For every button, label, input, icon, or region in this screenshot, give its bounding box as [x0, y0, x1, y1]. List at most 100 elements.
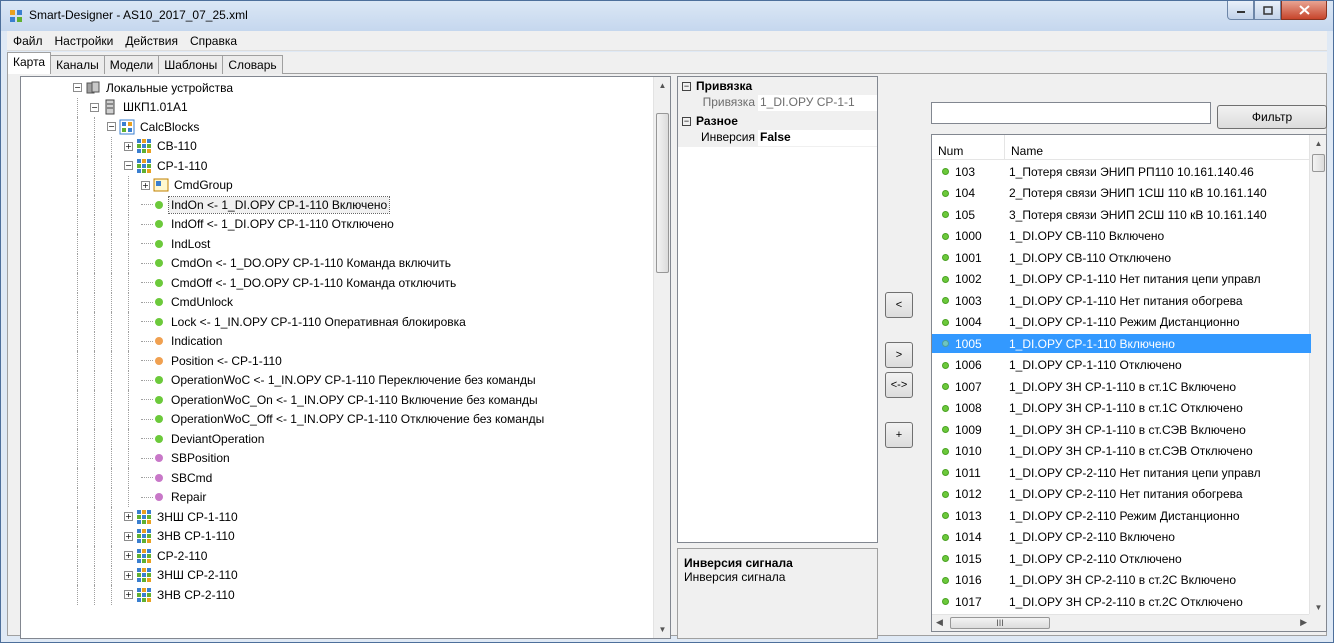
list-row[interactable]: 1014 1_DI.ОРУ СР-2-110 Включено — [932, 528, 1311, 547]
list-hscroll-thumb[interactable]: III — [950, 617, 1050, 629]
tree-node[interactable]: CmdUnlock — [141, 293, 235, 312]
collapse-icon[interactable]: − — [90, 102, 99, 112]
tab-templates[interactable]: Шаблоны — [158, 55, 224, 74]
tree-node[interactable]: IndOn <- 1_DI.ОРУ СР-1-110 Включено — [141, 195, 391, 214]
list-row[interactable]: 1012 1_DI.ОРУ СР-2-110 Нет питания обогре… — [932, 485, 1311, 504]
expand-icon[interactable]: + — [124, 141, 133, 151]
scroll-right-icon[interactable]: ▶ — [1300, 617, 1307, 628]
list-row[interactable]: 104 2_Потеря связи ЭНИП 1СШ 110 кВ 10.161… — [932, 184, 1311, 203]
expand-icon[interactable]: + — [124, 531, 133, 541]
tree-node[interactable]: Position <- СР-1-110 — [141, 351, 284, 370]
column-name[interactable]: Name — [1005, 135, 1311, 159]
tree-node[interactable]: + ЗНВ СР-2-110 — [124, 585, 237, 604]
list-row[interactable]: 1004 1_DI.ОРУ СР-1-110 Режим Дистанционно — [932, 313, 1311, 332]
collapse-icon[interactable]: − — [682, 81, 691, 91]
list-row[interactable]: 1015 1_DI.ОРУ СР-2-110 Отключено — [932, 549, 1311, 568]
list-row[interactable]: 1000 1_DI.ОРУ СВ-110 Включено — [932, 227, 1311, 246]
list-row[interactable]: 1013 1_DI.ОРУ СР-2-110 Режим Дистанционно — [932, 506, 1311, 525]
menu-actions[interactable]: Действия — [119, 34, 184, 48]
swap-button[interactable]: <-> — [885, 372, 913, 398]
maximize-button[interactable] — [1254, 1, 1281, 20]
list-row[interactable]: 1001 1_DI.ОРУ СВ-110 Отключено — [932, 248, 1311, 267]
expand-icon[interactable]: + — [124, 590, 133, 599]
prop-row-inversion[interactable]: Инверсия False — [678, 130, 877, 147]
prop-category-binding[interactable]: − Привязка — [678, 77, 877, 95]
tree-node[interactable]: Indication — [141, 332, 224, 351]
menu-help[interactable]: Справка — [184, 34, 243, 48]
tree-node[interactable]: IndOff <- 1_DI.ОРУ СР-1-110 Отключено — [141, 215, 396, 234]
tree-node[interactable]: − Локальные устройства — [73, 78, 235, 97]
list-scroll-thumb[interactable] — [1312, 154, 1325, 172]
list-row[interactable]: 1010 1_DI.ОРУ ЗН СР-1-110 в ст.СЭВ Отключ… — [932, 442, 1311, 461]
list-hscrollbar[interactable]: ◀ III ▶ — [932, 614, 1311, 631]
tab-models[interactable]: Модели — [103, 55, 160, 74]
scroll-up-icon[interactable]: ▲ — [1310, 135, 1326, 152]
scroll-up-icon[interactable]: ▲ — [654, 77, 670, 94]
tree-node[interactable]: + ЗНШ СР-2-110 — [124, 566, 240, 585]
tree-node[interactable]: CmdOn <- 1_DO.ОРУ СР-1-110 Команда включ… — [141, 254, 453, 273]
tree-node[interactable]: Repair — [141, 488, 208, 507]
list-row[interactable]: 103 1_Потеря связи ЭНИП РП110 10.161.140.… — [932, 162, 1311, 181]
prop-value[interactable]: False — [758, 130, 877, 146]
tree-node[interactable]: SBPosition — [141, 449, 232, 468]
filter-input[interactable] — [931, 102, 1211, 124]
tree-node[interactable]: + СР-2-110 — [124, 546, 209, 565]
list-vscrollbar[interactable]: ▲ ▼ — [1309, 135, 1326, 616]
scroll-down-icon[interactable]: ▼ — [654, 621, 670, 638]
device-tree[interactable]: ▲ ▼ − Локальные устройства − ШКП1.01А1− Calc… — [20, 76, 671, 639]
collapse-icon[interactable]: − — [124, 161, 133, 170]
expand-icon[interactable]: + — [124, 570, 133, 580]
list-row[interactable]: 105 3_Потеря связи ЭНИП 2СШ 110 кВ 10.161… — [932, 205, 1311, 224]
tree-node[interactable]: CmdOff <- 1_DO.ОРУ СР-1-110 Команда откл… — [141, 273, 458, 292]
list-row[interactable]: 1009 1_DI.ОРУ ЗН СР-1-110 в ст.СЭВ Включе… — [932, 420, 1311, 439]
prop-category-misc[interactable]: − Разное — [678, 112, 877, 130]
collapse-icon[interactable]: − — [682, 116, 691, 126]
collapse-icon[interactable]: − — [73, 83, 82, 92]
prop-value[interactable]: 1_DI.ОРУ СР-1-1 — [758, 95, 877, 111]
add-button[interactable]: + — [885, 422, 913, 448]
title-bar[interactable]: Smart-Designer - AS10_2017_07_25.xml — [1, 1, 1333, 31]
tab-map[interactable]: Карта — [7, 52, 52, 74]
expand-icon[interactable]: + — [141, 180, 150, 190]
tree-node[interactable]: + ЗНВ СР-1-110 — [124, 527, 237, 546]
menu-file[interactable]: Файл — [7, 34, 49, 48]
move-right-button[interactable]: > — [885, 342, 913, 368]
tree-node[interactable]: − ШКП1.01А1 — [90, 98, 190, 117]
expand-icon[interactable]: + — [124, 551, 133, 560]
tree-vscrollbar[interactable]: ▲ ▼ — [653, 77, 670, 638]
column-num[interactable]: Num — [932, 135, 1005, 159]
tree-node[interactable]: − CalcBlocks — [107, 117, 201, 136]
tree-node[interactable]: + CmdGroup — [141, 176, 235, 195]
minimize-button[interactable] — [1227, 1, 1254, 20]
tree-node[interactable]: − СР-1-110 — [124, 156, 209, 175]
prop-row-binding[interactable]: Привязка 1_DI.ОРУ СР-1-1 — [678, 95, 877, 112]
collapse-icon[interactable]: − — [107, 122, 116, 131]
tree-node[interactable]: + ЗНШ СР-1-110 — [124, 507, 240, 526]
tree-node[interactable]: Lock <- 1_IN.ОРУ СР-1-110 Оперативная бл… — [141, 312, 468, 331]
close-button[interactable] — [1281, 1, 1327, 20]
tree-node[interactable]: DeviantOperation — [141, 429, 266, 448]
tab-channels[interactable]: Каналы — [50, 55, 105, 74]
list-row[interactable]: 1016 1_DI.ОРУ ЗН СР-2-110 в ст.2С Включен… — [932, 571, 1311, 590]
list-row[interactable]: 1017 1_DI.ОРУ ЗН СР-2-110 в ст.2С Отключе… — [932, 592, 1311, 611]
tab-dictionary[interactable]: Словарь — [222, 55, 283, 74]
tree-node[interactable]: OperationWoC_Off <- 1_IN.ОРУ СР-1-110 От… — [141, 410, 546, 429]
move-left-button[interactable]: < — [885, 292, 913, 318]
list-row[interactable]: 1003 1_DI.ОРУ СР-1-110 Нет питания обогре… — [932, 291, 1311, 310]
tree-node[interactable]: OperationWoC <- 1_IN.ОРУ СР-1-110 Перекл… — [141, 371, 538, 390]
list-row[interactable]: 1006 1_DI.ОРУ СР-1-110 Отключено — [932, 356, 1311, 375]
list-row[interactable]: 1007 1_DI.ОРУ ЗН СР-1-110 в ст.1С Включен… — [932, 377, 1311, 396]
scroll-left-icon[interactable]: ◀ — [936, 617, 943, 628]
filter-button[interactable]: Фильтр — [1217, 105, 1327, 129]
list-row[interactable]: 1008 1_DI.ОРУ ЗН СР-1-110 в ст.1С Отключе… — [932, 399, 1311, 418]
tree-node[interactable]: OperationWoC_On <- 1_IN.ОРУ СР-1-110 Вкл… — [141, 390, 540, 409]
signal-list[interactable]: Num Name ▲ ▼ ◀ III ▶ 103 1_Потеря связи Э… — [931, 134, 1327, 632]
tree-node[interactable]: + СВ-110 — [124, 137, 199, 156]
tree-node[interactable]: SBCmd — [141, 468, 214, 487]
list-row[interactable]: 1011 1_DI.ОРУ СР-2-110 Нет питания цепи у… — [932, 463, 1311, 482]
list-row[interactable]: 1002 1_DI.ОРУ СР-1-110 Нет питания цепи у… — [932, 270, 1311, 289]
list-row[interactable]: 1005 1_DI.ОРУ СР-1-110 Включено — [932, 334, 1311, 353]
menu-settings[interactable]: Настройки — [49, 34, 120, 48]
expand-icon[interactable]: + — [124, 512, 133, 521]
tree-scroll-thumb[interactable] — [656, 113, 669, 273]
